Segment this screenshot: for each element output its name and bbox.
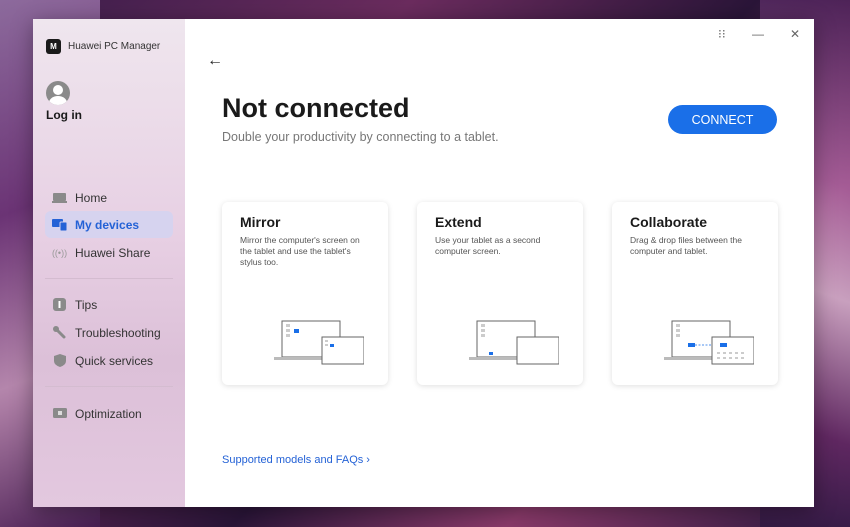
devices-icon <box>52 218 67 231</box>
more-options-icon[interactable]: ⁝⁝ <box>718 27 726 41</box>
share-wave-icon: ((•)) <box>51 247 68 258</box>
app-header: M Huawei PC Manager <box>46 39 160 54</box>
extend-card[interactable]: Extend Use your tablet as a second compu… <box>417 202 583 385</box>
sidebar-item-tips[interactable]: Tips <box>45 291 173 318</box>
card-description: Mirror the computer's screen on the tabl… <box>240 235 360 267</box>
shield-icon <box>52 354 67 367</box>
sidebar-item-label: Quick services <box>75 353 154 368</box>
sidebar-item-label: Optimization <box>75 406 142 421</box>
monitor-icon <box>52 407 67 420</box>
sidebar-item-troubleshooting[interactable]: Troubleshooting <box>45 319 173 346</box>
login-link[interactable]: Log in <box>46 108 82 122</box>
card-description: Use your tablet as a second computer scr… <box>435 235 541 256</box>
main-panel: ⁝⁝ — ✕ ← Not connected Double your produ… <box>185 19 814 507</box>
back-arrow-icon[interactable]: ← <box>207 52 223 70</box>
card-title: Extend <box>435 214 482 230</box>
connect-button[interactable]: CONNECT <box>668 105 777 134</box>
page-subtitle: Double your productivity by connecting t… <box>222 130 499 144</box>
tips-icon <box>52 298 67 311</box>
close-button[interactable]: ✕ <box>790 27 800 41</box>
app-window: M Huawei PC Manager Log in Home My devic… <box>33 19 814 507</box>
sidebar-item-label: My devices <box>75 217 140 232</box>
sidebar-item-home[interactable]: Home <box>45 184 173 211</box>
sidebar-divider <box>45 386 173 387</box>
sidebar-divider <box>45 278 173 279</box>
mirror-card[interactable]: Mirror Mirror the computer's screen on t… <box>222 202 388 385</box>
card-title: Collaborate <box>630 214 708 230</box>
card-description: Drag & drop files between the computer a… <box>630 235 742 256</box>
collaborate-illustration-icon <box>664 320 754 365</box>
app-logo-icon: M <box>46 39 61 54</box>
sidebar-item-label: Home <box>75 190 108 205</box>
sidebar-item-label: Tips <box>75 297 98 312</box>
sidebar-item-optimization[interactable]: Optimization <box>45 400 173 427</box>
mirror-illustration-icon <box>274 320 364 365</box>
sidebar-item-huawei-share[interactable]: ((•)) Huawei Share <box>45 239 173 266</box>
minimize-button[interactable]: — <box>752 27 764 41</box>
avatar[interactable] <box>46 81 70 105</box>
collaborate-card[interactable]: Collaborate Drag & drop files between th… <box>612 202 778 385</box>
sidebar-item-label: Troubleshooting <box>75 325 161 340</box>
laptop-icon <box>52 192 67 204</box>
faq-link[interactable]: Supported models and FAQs › <box>222 454 370 466</box>
sidebar: M Huawei PC Manager Log in Home My devic… <box>33 19 185 507</box>
extend-illustration-icon <box>469 320 559 365</box>
sidebar-item-my-devices[interactable]: My devices <box>45 211 173 238</box>
page-title: Not connected <box>222 93 410 123</box>
card-title: Mirror <box>240 214 281 230</box>
sidebar-item-label: Huawei Share <box>75 245 151 260</box>
wrench-icon <box>52 326 67 339</box>
sidebar-item-quick-services[interactable]: Quick services <box>45 347 173 374</box>
app-name: Huawei PC Manager <box>68 41 161 52</box>
